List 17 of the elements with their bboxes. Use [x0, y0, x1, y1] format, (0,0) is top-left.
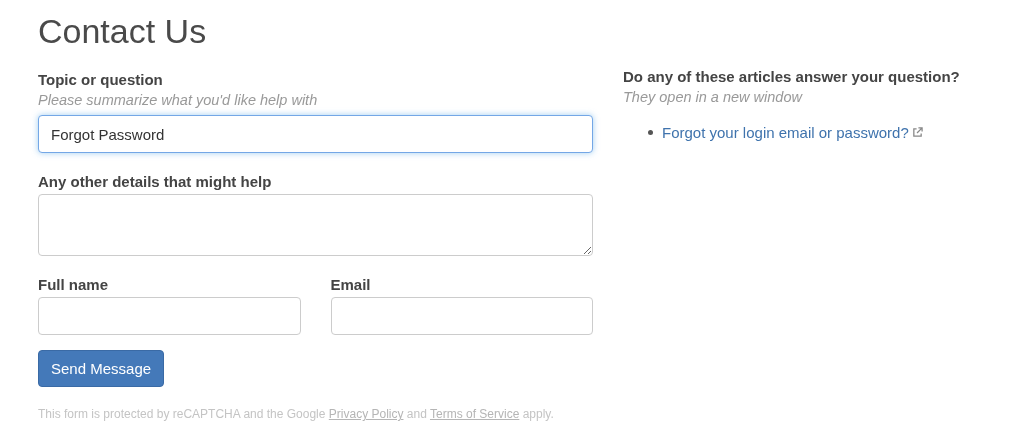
articles-heading: Do any of these articles answer your question? [623, 68, 960, 85]
field-label: Any other details that might help [38, 173, 273, 190]
field-label: Email [330, 276, 372, 293]
field-label: Full name [38, 276, 109, 293]
bullet-icon [648, 130, 653, 135]
articles-subheading: They open in a new window [623, 89, 804, 105]
external-link-icon [911, 127, 923, 138]
field-label: Topic or question [38, 71, 164, 88]
name-field[interactable] [38, 297, 301, 335]
details-field[interactable] [38, 194, 593, 256]
article-link[interactable]: Forgot your login email or password? [662, 124, 923, 141]
recaptcha-notice: This form is protected by reCAPTCHA and the Google Privacy Policy and Terms of Service apply. [38, 407, 555, 421]
page-title: Contact Us [38, 12, 208, 51]
field-hint: Please summarize what you'd like help with [38, 92, 319, 108]
send-button[interactable]: Send Message [38, 350, 165, 387]
topic-field[interactable]: Forgot Password [38, 115, 593, 153]
email-field[interactable] [330, 297, 593, 335]
